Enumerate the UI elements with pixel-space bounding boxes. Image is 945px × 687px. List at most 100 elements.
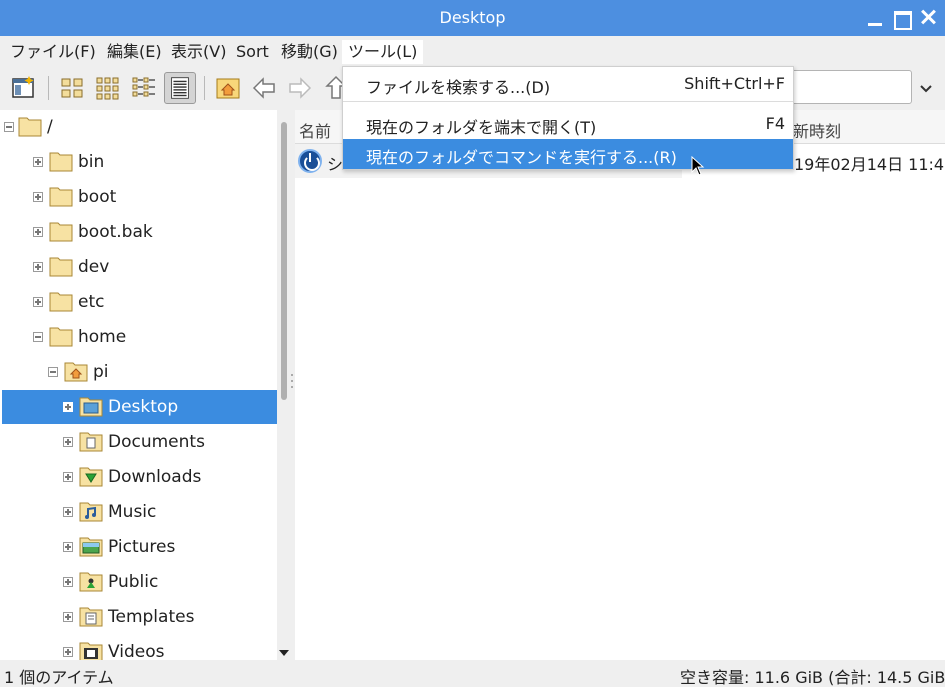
menu-item-open-terminal[interactable]: 現在のフォルダを端末で開く(T) F4 [343,109,793,139]
tree-item-label: / [47,117,53,137]
menu-edit[interactable]: 編集(E) [105,40,164,64]
icon-view-icon[interactable] [56,72,88,104]
status-bar: 1 個のアイテム 空き容量: 11.6 GiB (合計: 14.5 GiB) [0,660,945,687]
tree-item[interactable]: etc [2,285,277,319]
detailed-list-view-icon[interactable] [164,72,196,104]
column-name[interactable]: 名前 [299,118,331,142]
home-icon[interactable] [212,72,244,104]
menu-item-shortcut: Shift+Ctrl+F [684,74,785,93]
expand-icon[interactable] [63,647,73,657]
tree-item-label: Music [108,502,157,522]
expand-icon[interactable] [33,262,43,272]
tree-item-label: Documents [108,432,205,452]
desktop-folder-icon [79,395,103,417]
tree-item[interactable]: Public [2,565,277,599]
tree-item-label: dev [78,257,110,277]
expand-icon[interactable] [63,542,73,552]
templates-folder-icon [79,605,103,627]
maximize-button[interactable] [892,8,912,30]
mouse-cursor-icon [691,156,705,176]
folder-icon [49,255,73,277]
expand-icon[interactable] [63,437,73,447]
collapse-icon[interactable] [33,332,43,342]
toolbar-separator [48,76,49,100]
tree-item-label: Pictures [108,537,176,557]
forward-arrow-icon[interactable] [284,72,316,104]
menu-go[interactable]: 移動(G) [279,40,340,64]
expand-icon[interactable] [33,157,43,167]
expand-icon[interactable] [63,472,73,482]
expand-icon[interactable] [33,297,43,307]
column-modified[interactable]: 新時刻 [793,118,841,142]
tree-item[interactable]: Videos [2,635,277,660]
menu-item-label: 現在のフォルダでコマンドを実行する...(R) [366,148,677,167]
up-arrow-icon[interactable] [320,72,342,104]
close-button[interactable] [918,8,938,28]
downloads-folder-icon [79,465,103,487]
collapse-icon[interactable] [4,122,14,132]
menu-item-find-files[interactable]: ファイルを検索する...(D) Shift+Ctrl+F [343,69,793,99]
expand-icon[interactable] [63,577,73,587]
window-title: Desktop [439,8,506,27]
tree-item[interactable]: Music [2,495,277,529]
menu-item-run-command[interactable]: 現在のフォルダでコマンドを実行する...(R) [343,139,793,169]
item-count: 1 個のアイテム [4,668,114,687]
collapse-icon[interactable] [48,367,58,377]
menu-bar: ファイル(F) 編集(E) 表示(V) Sort 移動(G) ツール(L) [0,36,945,66]
tree-item[interactable]: Desktop [2,390,277,424]
shutdown-icon [298,149,322,173]
tree-scroll-thumb[interactable] [281,122,287,400]
file-list [295,110,945,660]
documents-folder-icon [79,430,103,452]
file-name: シ [327,155,344,174]
tree-item[interactable]: Pictures [2,530,277,564]
tree-item[interactable]: boot [2,180,277,214]
menu-separator [343,101,793,102]
tree-item[interactable]: / [2,110,277,144]
back-arrow-icon[interactable] [248,72,280,104]
tree-item-label: Templates [108,607,195,627]
folder-icon [49,325,73,347]
title-bar: Desktop [0,0,945,36]
toolbar-separator [204,76,205,100]
music-folder-icon [79,500,103,522]
splitter-grip [291,386,293,388]
home-folder-icon [64,360,88,382]
folder-icon [49,150,73,172]
tree-item-label: pi [93,362,109,382]
tree-item[interactable]: pi [2,355,277,389]
menu-item-label: ファイルを検索する...(D) [366,78,551,97]
menu-view[interactable]: 表示(V) [169,40,228,64]
folder-icon [18,115,42,137]
expand-icon[interactable] [33,192,43,202]
minimize-button[interactable] [864,8,884,28]
file-modified: 19年02月14日 11:46 [794,155,945,174]
new-window-icon[interactable] [8,72,40,104]
thumbnail-view-icon[interactable] [92,72,124,104]
tree-item-label: Downloads [108,467,202,487]
tree-item[interactable]: home [2,320,277,354]
disk-space: 空き容量: 11.6 GiB (合計: 14.5 GiB) [680,668,945,687]
tree-item[interactable]: Downloads [2,460,277,494]
menu-file[interactable]: ファイル(F) [8,40,98,64]
expand-icon[interactable] [63,402,73,412]
chevron-down-icon[interactable] [916,78,936,98]
tree-item[interactable]: bin [2,145,277,179]
tree-item-label: bin [78,152,105,172]
location-bar[interactable] [788,70,912,104]
menu-item-shortcut: F4 [765,114,785,133]
menu-tools[interactable]: ツール(L) [342,40,424,64]
splitter-grip [291,380,293,382]
expand-icon[interactable] [33,227,43,237]
menu-sort[interactable]: Sort [234,40,271,64]
expand-icon[interactable] [63,507,73,517]
tree-item-label: boot [78,187,117,207]
tree-item-label: Public [108,572,159,592]
scroll-down-arrow-icon[interactable] [279,650,289,656]
tree-item[interactable]: Documents [2,425,277,459]
tree-item[interactable]: dev [2,250,277,284]
tree-item[interactable]: Templates [2,600,277,634]
tree-item[interactable]: boot.bak [2,215,277,249]
expand-icon[interactable] [63,612,73,622]
compact-view-icon[interactable] [128,72,160,104]
